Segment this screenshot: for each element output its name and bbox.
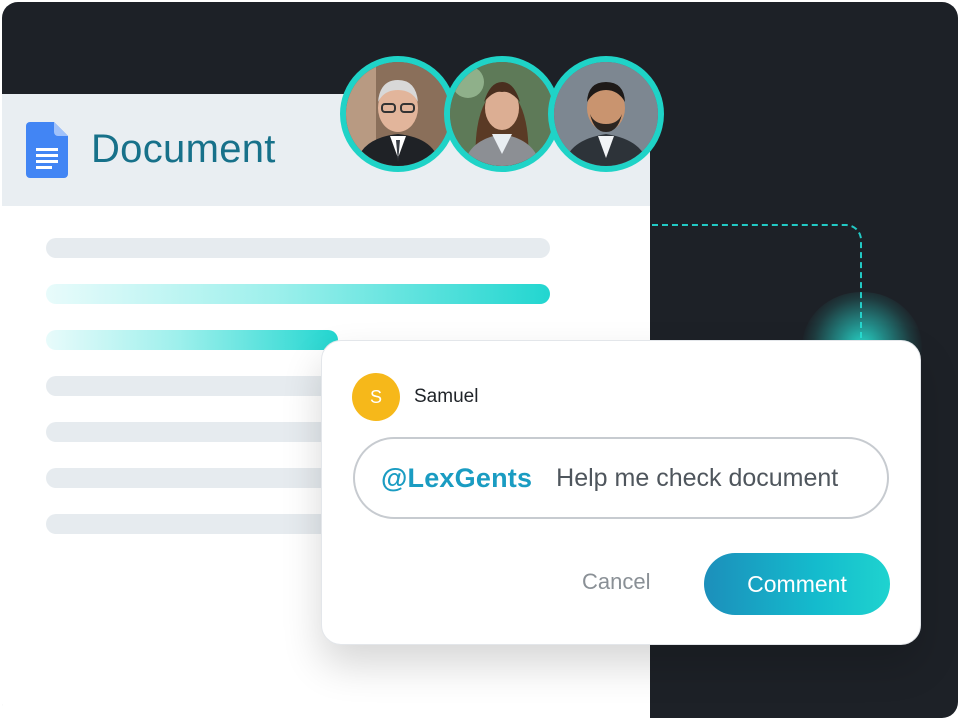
collaborator-avatar-1[interactable] bbox=[340, 56, 456, 172]
mention-tag: @LexGents bbox=[381, 462, 533, 493]
comment-button[interactable]: Comment bbox=[704, 553, 890, 615]
collaborator-avatar-3[interactable] bbox=[548, 56, 664, 172]
collaborator-avatar-2[interactable] bbox=[444, 56, 560, 172]
google-docs-icon bbox=[26, 122, 68, 178]
user-name: Samuel bbox=[414, 386, 479, 407]
person-man-beard-avatar bbox=[554, 62, 658, 166]
person-woman-avatar bbox=[450, 62, 554, 166]
user-avatar: S bbox=[352, 373, 400, 421]
cancel-button[interactable]: Cancel bbox=[582, 567, 650, 597]
text-line-placeholder bbox=[46, 238, 550, 258]
document-title: Document bbox=[91, 127, 276, 171]
highlighted-text-line bbox=[46, 330, 338, 350]
comment-input[interactable]: @LexGents Help me check document bbox=[353, 437, 889, 519]
comment-card: S Samuel @LexGents Help me check documen… bbox=[321, 340, 921, 645]
comment-input-text: Help me check document bbox=[556, 463, 839, 492]
highlighted-text-line bbox=[46, 284, 550, 304]
person-older-man-glasses-avatar bbox=[346, 62, 450, 166]
